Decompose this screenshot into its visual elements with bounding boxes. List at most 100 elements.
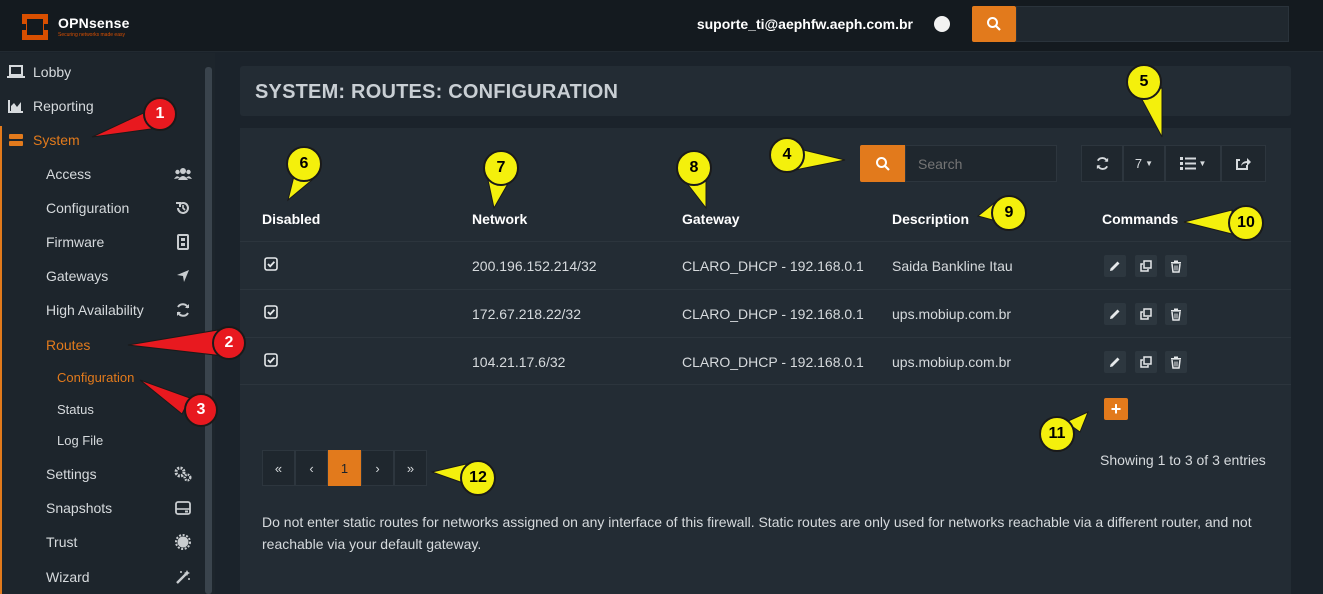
routes-grid-panel: 7 ▼ ▼ Disabled Network Gateway Descripti… <box>240 128 1291 594</box>
magic-icon <box>174 568 192 586</box>
sidebar-item-label: Status <box>57 401 94 417</box>
column-header-description[interactable]: Description <box>892 211 969 227</box>
trash-icon <box>1171 308 1181 321</box>
sidebar-item-access[interactable]: Access <box>0 158 205 190</box>
server-icon <box>7 131 25 149</box>
sidebar-scrollbar[interactable] <box>205 67 212 594</box>
columns-dropdown[interactable]: ▼ <box>1165 145 1221 182</box>
clone-icon <box>1140 260 1152 272</box>
opnsense-logo[interactable]: OPNsense Securing networks made easy <box>18 10 148 44</box>
clone-button[interactable] <box>1135 255 1157 277</box>
sidebar-item-high-availability[interactable]: High Availability <box>0 294 205 326</box>
cell-description: Saida Bankline Itau <box>892 258 1013 274</box>
sidebar-item-label: System <box>33 132 80 148</box>
column-header-gateway[interactable]: Gateway <box>682 211 740 227</box>
sidebar-item-snapshots[interactable]: Snapshots <box>0 492 205 524</box>
caret-down-icon: ▼ <box>1198 159 1207 168</box>
sidebar-item-gateways[interactable]: Gateways <box>0 260 205 292</box>
delete-button[interactable] <box>1165 255 1187 277</box>
delete-button[interactable] <box>1165 351 1187 373</box>
search-icon <box>875 156 890 171</box>
sidebar-item-routes[interactable]: Routes <box>0 329 205 361</box>
grid-search-input[interactable] <box>905 145 1057 182</box>
first-page-button[interactable]: « <box>262 450 295 486</box>
theme-toggle[interactable] <box>934 16 950 32</box>
sidebar-item-label: Wizard <box>46 569 90 585</box>
sidebar-item-firmware[interactable]: Firmware <box>0 226 205 258</box>
brand-tagline: Securing networks made easy <box>58 32 125 38</box>
brand-name: OPNsense <box>58 15 130 31</box>
sidebar-item-label: Access <box>46 166 92 182</box>
annotation-badge: 6 <box>286 146 322 182</box>
cell-network: 200.196.152.214/32 <box>472 258 597 274</box>
user-account[interactable]: suporte_ti@aephfw.aeph.com.br <box>697 16 913 32</box>
clone-icon <box>1140 308 1152 320</box>
page-size-value: 7 <box>1134 156 1143 171</box>
cell-description: ups.mobiup.com.br <box>892 354 1012 370</box>
hdd-icon <box>174 499 192 517</box>
sidebar-item-routes-configuration[interactable]: Configuration <box>0 361 205 393</box>
sidebar-item-settings[interactable]: Settings <box>0 458 205 490</box>
sidebar-item-label: Trust <box>46 534 78 550</box>
clone-button[interactable] <box>1135 351 1157 373</box>
annotation-badge: 4 <box>769 137 805 173</box>
sidebar-item-label: Settings <box>46 466 97 482</box>
next-page-button[interactable]: › <box>361 450 394 486</box>
microchip-icon <box>174 233 192 251</box>
previous-page-button[interactable]: ‹ <box>295 450 328 486</box>
annotation-badge: 1 <box>143 97 177 131</box>
edit-button[interactable] <box>1104 303 1126 325</box>
table-row[interactable]: 172.67.218.22/32 CLARO_DHCP - 192.168.0.… <box>240 289 1291 337</box>
column-header-disabled[interactable]: Disabled <box>262 211 320 227</box>
edit-button[interactable] <box>1104 255 1126 277</box>
pencil-icon <box>1110 309 1120 319</box>
sidebar-item-wizard[interactable]: Wizard <box>0 561 205 593</box>
area-chart-icon <box>7 97 25 115</box>
sidebar-item-label: Snapshots <box>46 500 113 516</box>
annotation-badge: 7 <box>483 150 519 186</box>
sidebar-item-label: Reporting <box>33 98 94 114</box>
clone-icon <box>1140 356 1152 368</box>
top-bar: OPNsense Securing networks made easy sup… <box>0 0 1323 52</box>
checked-checkbox-icon <box>264 305 278 319</box>
sidebar-item-routes-log-file[interactable]: Log File <box>0 424 205 456</box>
refresh-icon <box>1096 157 1108 170</box>
top-search-button[interactable] <box>972 6 1016 42</box>
sidebar-item-label: High Availability <box>46 302 144 318</box>
annotation-badge: 3 <box>184 393 218 427</box>
page-1-button[interactable]: 1 <box>328 450 361 486</box>
column-header-commands: Commands <box>1102 211 1179 227</box>
trash-icon <box>1171 260 1181 273</box>
delete-button[interactable] <box>1165 303 1187 325</box>
laptop-icon <box>7 63 25 81</box>
sidebar-item-system[interactable]: System <box>0 124 205 156</box>
sidebar-item-label: Log File <box>57 432 104 448</box>
page-size-dropdown[interactable]: 7 ▼ <box>1123 145 1165 182</box>
edit-button[interactable] <box>1104 351 1126 373</box>
column-header-network[interactable]: Network <box>472 211 527 227</box>
cell-network: 172.67.218.22/32 <box>472 306 581 322</box>
refresh-button[interactable] <box>1081 145 1123 182</box>
sidebar-item-trust[interactable]: Trust <box>0 526 205 558</box>
sidebar-item-configuration[interactable]: Configuration <box>0 192 205 224</box>
pagination: « ‹ 1 › » <box>262 450 427 486</box>
sidebar-item-routes-status[interactable]: Status <box>0 393 205 425</box>
sidebar-item-label: Gateways <box>46 268 109 284</box>
annotation-badge: 8 <box>676 150 712 186</box>
top-search-input[interactable] <box>1016 6 1289 42</box>
sidebar-item-lobby[interactable]: Lobby <box>0 56 205 88</box>
clone-button[interactable] <box>1135 303 1157 325</box>
sidebar-item-label: Firmware <box>46 234 105 250</box>
entries-info: Showing 1 to 3 of 3 entries <box>1100 452 1266 468</box>
export-button[interactable] <box>1221 145 1266 182</box>
refresh-icon <box>174 301 192 319</box>
table-row[interactable]: 104.21.17.6/32 CLARO_DHCP - 192.168.0.1 … <box>240 337 1291 385</box>
add-route-button[interactable]: + <box>1104 398 1128 420</box>
last-page-button[interactable]: » <box>394 450 427 486</box>
cell-gateway: CLARO_DHCP - 192.168.0.1 <box>682 306 864 322</box>
grid-search-button[interactable] <box>860 145 905 182</box>
table-row[interactable]: 200.196.152.214/32 CLARO_DHCP - 192.168.… <box>240 241 1291 289</box>
cell-gateway: CLARO_DHCP - 192.168.0.1 <box>682 258 864 274</box>
search-icon <box>987 17 1001 31</box>
checked-checkbox-icon <box>264 353 278 367</box>
